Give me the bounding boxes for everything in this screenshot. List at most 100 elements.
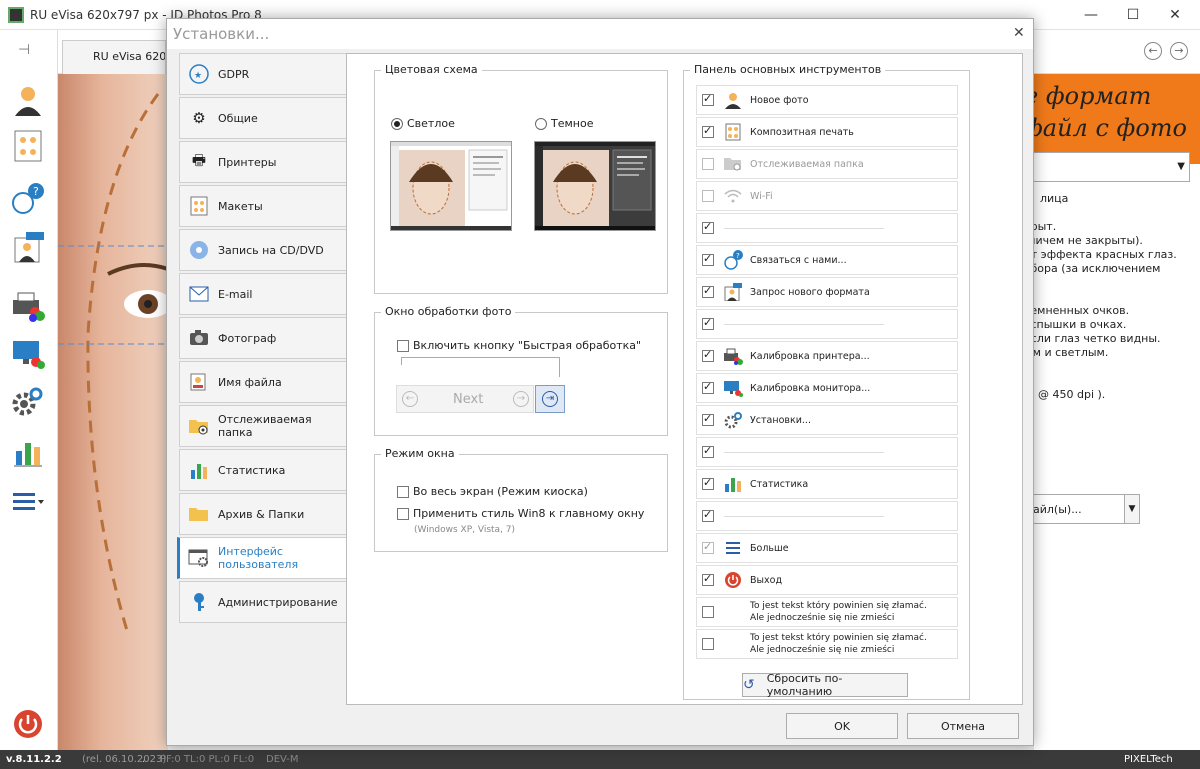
printer-calibration-icon[interactable]	[8, 286, 48, 326]
toolbar-item[interactable]: Калибровка монитора...	[696, 373, 958, 403]
toolbar-item-checkbox[interactable]	[702, 190, 714, 202]
toolbar-item-checkbox[interactable]	[702, 476, 714, 490]
dark-theme-preview[interactable]	[534, 141, 656, 231]
ok-button[interactable]: OK	[786, 713, 898, 739]
pin-icon[interactable]: ⊣	[18, 42, 30, 58]
nav-item-user-interface[interactable]: Интерфейс пользователя	[177, 537, 347, 579]
nav-item-statistics[interactable]: Статистика	[179, 449, 347, 491]
toolbar-item-checkbox[interactable]	[702, 540, 714, 554]
maximize-icon[interactable]: ☐	[1124, 6, 1142, 24]
color-scheme-title: Цветовая схема	[381, 63, 482, 76]
toolbar-item-checkbox[interactable]	[702, 348, 714, 362]
gear-icon: ⚙	[192, 109, 206, 127]
chevron-down-icon[interactable]: ▼	[1124, 494, 1140, 524]
settings-icon[interactable]	[8, 382, 48, 422]
toolbar-item-label: To jest tekst który powinien się złamać.…	[750, 633, 927, 655]
settings-dialog: Установки... ✕ ★ GDPR ⚙ Общие 🖶 Принтеры Ма…	[166, 18, 1034, 746]
nav-item-photographer[interactable]: Фотограф	[179, 317, 347, 359]
next-button-preview: ← Next →	[396, 385, 534, 413]
toolbar-item[interactable]: ? Связаться с нами...	[696, 245, 958, 275]
quick-processing-checkbox[interactable]	[397, 339, 409, 352]
light-theme-radio[interactable]	[391, 117, 403, 130]
nav-item-archive-folders[interactable]: Архив & Папки	[179, 493, 347, 535]
toolbar-item[interactable]: Wi-Fi	[696, 181, 958, 211]
toolbar-item-checkbox[interactable]	[702, 572, 714, 586]
nav-item-administration[interactable]: Администрирование	[179, 581, 347, 623]
toolbar-item-checkbox[interactable]	[702, 316, 714, 330]
fullscreen-checkbox[interactable]	[397, 485, 409, 498]
power-icon	[722, 569, 744, 591]
svg-text:?: ?	[33, 185, 39, 198]
toolbar-item-checkbox[interactable]	[702, 284, 714, 298]
toolbar-separator-item[interactable]	[696, 501, 958, 531]
light-theme-preview[interactable]	[390, 141, 512, 231]
toolbar-item-checkbox[interactable]	[702, 508, 714, 522]
toolbar-item-checkbox[interactable]	[702, 638, 714, 650]
win8-style-checkbox[interactable]	[397, 507, 409, 520]
nav-item-layouts[interactable]: Макеты	[179, 185, 347, 227]
toolbar-item[interactable]: Установки...	[696, 405, 958, 435]
fullscreen-option[interactable]: Во весь экран (Режим киоска)	[397, 485, 588, 498]
nav-item-email[interactable]: E-mail	[179, 273, 347, 315]
dialog-titlebar: Установки... ✕	[167, 19, 1033, 49]
dialog-close-icon[interactable]: ✕	[1013, 25, 1025, 41]
reset-defaults-button[interactable]: ↺ Сбросить по-умолчанию	[742, 672, 908, 698]
toolbar-item-checkbox[interactable]	[702, 124, 714, 138]
toolbar-item-checkbox[interactable]	[702, 92, 714, 106]
toolbar-item[interactable]: Больше	[696, 533, 958, 563]
toolbar-separator-item[interactable]	[696, 213, 958, 243]
toolbar-item-checkbox[interactable]	[702, 158, 714, 170]
back-arrow-icon[interactable]: ←	[1144, 42, 1162, 60]
toolbar-item-checkbox[interactable]	[702, 220, 714, 234]
quick-processing-option[interactable]: Включить кнопку "Быстрая обработка"	[397, 339, 641, 352]
photo-preview	[58, 74, 168, 750]
toolbar-item[interactable]: Калибровка принтера...	[696, 341, 958, 371]
dark-theme-radio[interactable]	[535, 117, 547, 130]
close-window-icon[interactable]: ✕	[1166, 6, 1184, 24]
toolbar-separator-item[interactable]	[696, 437, 958, 467]
new-format-icon[interactable]	[8, 228, 48, 268]
toolbar-item-checkbox[interactable]	[702, 252, 714, 266]
toolbar-item-checkbox[interactable]	[702, 380, 714, 394]
light-theme-option[interactable]: Светлое	[391, 117, 455, 130]
document-tab[interactable]: RU eVisa 620x797 px	[62, 40, 166, 74]
win8-style-option[interactable]: Применить стиль Win8 к главному окну	[397, 507, 644, 520]
version-label: v.8.11.2.2	[6, 754, 62, 765]
nav-item-cd-dvd[interactable]: Запись на CD/DVD	[179, 229, 347, 271]
nav-item-filename[interactable]: Имя файла	[179, 361, 347, 403]
toolbar-item[interactable]: Композитная печать	[696, 117, 958, 147]
composite-print-icon[interactable]	[8, 126, 48, 166]
new-photo-icon[interactable]	[8, 80, 48, 120]
toolbar-item[interactable]: To jest tekst który powinien się złamać.…	[696, 629, 958, 659]
minimize-icon[interactable]: —	[1082, 6, 1100, 24]
toolbar-item-checkbox[interactable]	[702, 412, 714, 426]
nav-item-printers[interactable]: 🖶 Принтеры	[179, 141, 347, 183]
nav-item-watched-folder[interactable]: Отслеживаемая папка	[179, 405, 347, 447]
exit-icon[interactable]	[8, 704, 48, 744]
dark-theme-option[interactable]: Темное	[535, 117, 593, 130]
toolbar-separator-item[interactable]	[696, 309, 958, 339]
statistics-icon[interactable]	[8, 432, 48, 472]
output-files-dropdown[interactable]: айл(ы)...	[1024, 494, 1140, 524]
layout-icon	[188, 195, 210, 217]
toolbar-item[interactable]: Запрос нового формата	[696, 277, 958, 307]
toolbar-item[interactable]: Статистика	[696, 469, 958, 499]
contact-help-icon[interactable]: ?	[8, 178, 48, 218]
monitor-calibration-icon[interactable]	[8, 334, 48, 374]
toolbar-item[interactable]: Выход	[696, 565, 958, 595]
forward-arrow-icon[interactable]: →	[1170, 42, 1188, 60]
nav-item-general[interactable]: ⚙ Общие	[179, 97, 347, 139]
toolbar-item-checkbox[interactable]	[702, 606, 714, 618]
statistics-icon	[722, 473, 744, 495]
reset-icon: ↺	[743, 677, 755, 693]
toolbar-item[interactable]: Отслеживаемая папка	[696, 149, 958, 179]
cancel-button[interactable]: Отмена	[907, 713, 1019, 739]
format-select[interactable]: ▼	[1030, 152, 1190, 182]
toolbar-item-label: Статистика	[750, 478, 809, 490]
nav-label: E-mail	[218, 287, 253, 301]
toolbar-item-checkbox[interactable]	[702, 444, 714, 458]
toolbar-item[interactable]: Новое фото	[696, 85, 958, 115]
more-menu-icon[interactable]	[8, 482, 48, 522]
nav-item-gdpr[interactable]: ★ GDPR	[179, 53, 347, 95]
toolbar-item[interactable]: To jest tekst który powinien się złamać.…	[696, 597, 958, 627]
